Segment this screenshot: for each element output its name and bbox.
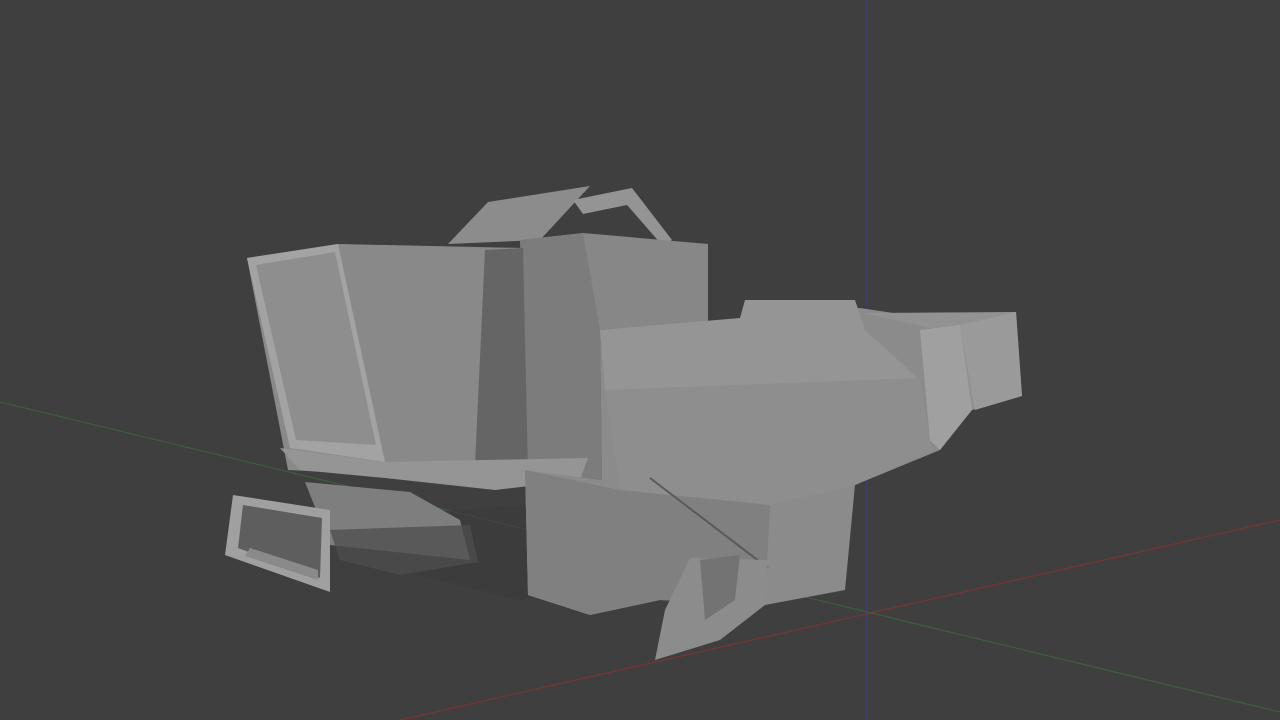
mesh-object[interactable] <box>225 186 1022 660</box>
viewport-canvas[interactable] <box>0 0 1280 720</box>
3d-viewport[interactable] <box>0 0 1280 720</box>
mesh-body-side-face <box>605 378 932 505</box>
